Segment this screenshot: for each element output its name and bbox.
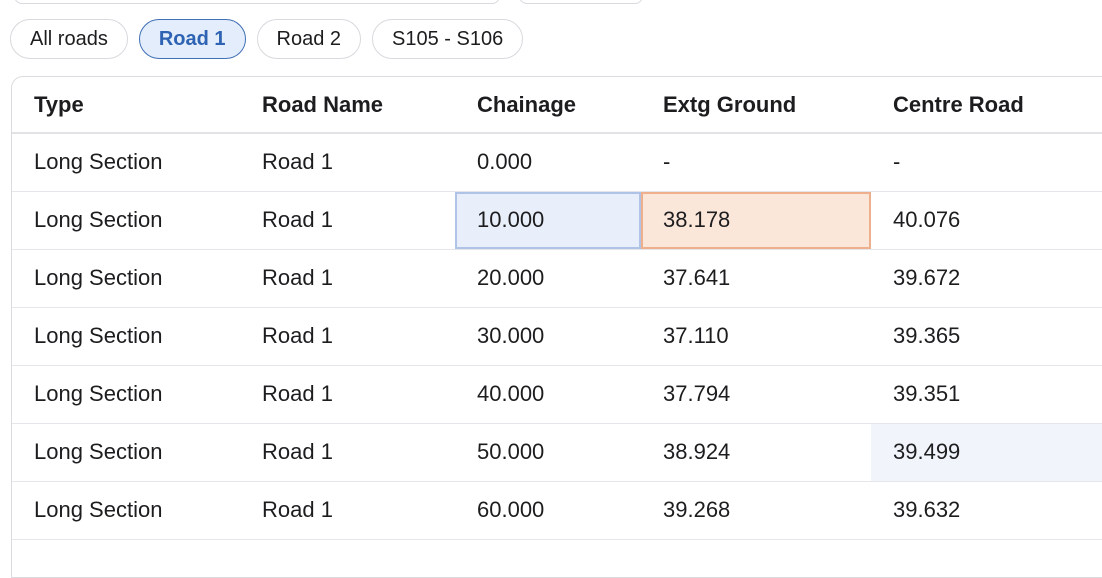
- cell-centre-road[interactable]: 39.365: [871, 307, 1102, 366]
- cell-type[interactable]: [12, 539, 240, 577]
- cell-type[interactable]: Long Section: [12, 249, 240, 308]
- table-row[interactable]: Long Section Road 1 50.000 38.924 39.499: [12, 423, 1102, 482]
- cell-type[interactable]: Long Section: [12, 481, 240, 540]
- column-header-extg-ground[interactable]: Extg Ground: [641, 77, 871, 134]
- table-row[interactable]: Long Section Road 1 60.000 39.268 39.632: [12, 481, 1102, 540]
- cell-extg-ground[interactable]: [641, 539, 871, 577]
- filter-chip-s105-s106[interactable]: S105 - S106: [372, 19, 524, 59]
- cell-centre-road[interactable]: -: [871, 133, 1102, 192]
- cell-extg-ground[interactable]: 37.110: [641, 307, 871, 366]
- toolbar-button-remnant[interactable]: [519, 0, 643, 4]
- cell-chainage[interactable]: 60.000: [455, 481, 641, 540]
- cell-road-name[interactable]: Road 1: [240, 423, 455, 482]
- cell-type[interactable]: Long Section: [12, 365, 240, 424]
- search-field-remnant[interactable]: [14, 0, 500, 4]
- filter-chip-all-roads[interactable]: All roads: [10, 19, 128, 59]
- cell-extg-ground[interactable]: 38.924: [641, 423, 871, 482]
- cell-road-name[interactable]: Road 1: [240, 133, 455, 192]
- cell-road-name[interactable]: Road 1: [240, 191, 455, 250]
- cell-centre-road-hovered[interactable]: 39.499: [871, 423, 1102, 482]
- cell-chainage-selected[interactable]: 10.000: [455, 191, 641, 250]
- cell-centre-road[interactable]: 39.351: [871, 365, 1102, 424]
- cell-chainage[interactable]: 20.000: [455, 249, 641, 308]
- table-row[interactable]: Long Section Road 1 40.000 37.794 39.351: [12, 365, 1102, 424]
- cell-type[interactable]: Long Section: [12, 307, 240, 366]
- cell-chainage[interactable]: 40.000: [455, 365, 641, 424]
- table-row[interactable]: [12, 539, 1102, 577]
- road-filter-chips: All roads Road 1 Road 2 S105 - S106: [10, 19, 524, 59]
- cell-extg-ground[interactable]: 37.641: [641, 249, 871, 308]
- cell-centre-road[interactable]: 39.632: [871, 481, 1102, 540]
- cell-centre-road[interactable]: 40.076: [871, 191, 1102, 250]
- column-header-chainage[interactable]: Chainage: [455, 77, 641, 134]
- cell-road-name[interactable]: Road 1: [240, 307, 455, 366]
- cell-centre-road[interactable]: [871, 539, 1102, 577]
- cell-chainage[interactable]: 30.000: [455, 307, 641, 366]
- cell-extg-ground-active[interactable]: 38.178: [641, 191, 871, 250]
- cell-type[interactable]: Long Section: [12, 191, 240, 250]
- table-row[interactable]: Long Section Road 1 10.000 38.178 40.076: [12, 191, 1102, 250]
- table-row[interactable]: Long Section Road 1 30.000 37.110 39.365: [12, 307, 1102, 366]
- cell-chainage[interactable]: 0.000: [455, 133, 641, 192]
- column-header-road-name[interactable]: Road Name: [240, 77, 455, 134]
- column-header-type[interactable]: Type: [12, 77, 240, 134]
- cell-extg-ground[interactable]: 37.794: [641, 365, 871, 424]
- cell-type[interactable]: Long Section: [12, 133, 240, 192]
- cell-type[interactable]: Long Section: [12, 423, 240, 482]
- table-row[interactable]: Long Section Road 1 20.000 37.641 39.672: [12, 249, 1102, 308]
- filter-chip-road-1[interactable]: Road 1: [138, 19, 246, 59]
- column-header-centre-road[interactable]: Centre Road: [871, 77, 1102, 134]
- cell-road-name[interactable]: Road 1: [240, 249, 455, 308]
- table-row[interactable]: Long Section Road 1 0.000 - -: [12, 133, 1102, 192]
- cell-extg-ground[interactable]: 39.268: [641, 481, 871, 540]
- cell-centre-road[interactable]: 39.672: [871, 249, 1102, 308]
- cell-extg-ground[interactable]: -: [641, 133, 871, 192]
- table-header-row: Type Road Name Chainage Extg Ground Cent…: [12, 77, 1102, 134]
- sections-table: Type Road Name Chainage Extg Ground Cent…: [11, 76, 1102, 578]
- cell-chainage[interactable]: 50.000: [455, 423, 641, 482]
- cell-road-name[interactable]: [240, 539, 455, 577]
- filter-chip-road-2[interactable]: Road 2: [256, 19, 361, 59]
- cell-road-name[interactable]: Road 1: [240, 481, 455, 540]
- cell-chainage[interactable]: [455, 539, 641, 577]
- cell-road-name[interactable]: Road 1: [240, 365, 455, 424]
